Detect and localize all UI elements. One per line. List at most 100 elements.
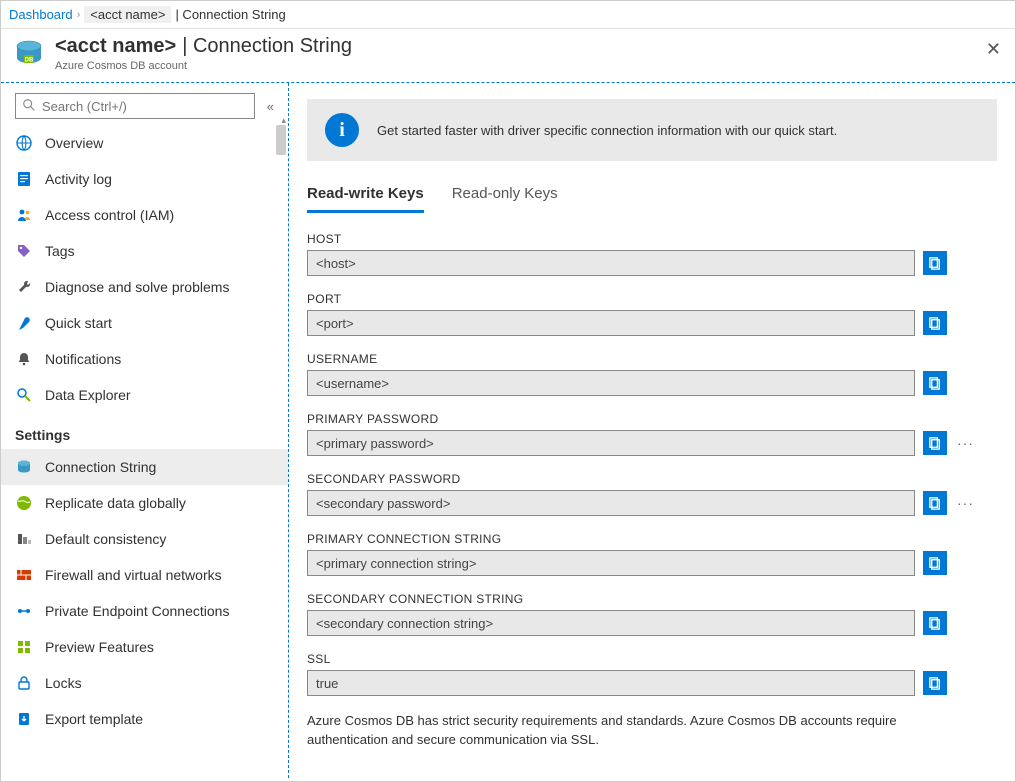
sidebar-item-label: Default consistency xyxy=(45,531,166,547)
sidebar-item-quick-start[interactable]: Quick start xyxy=(1,305,288,341)
bell-icon xyxy=(15,350,33,368)
sidebar-item-label: Private Endpoint Connections xyxy=(45,603,229,619)
key-tabs: Read-write Keys Read-only Keys xyxy=(307,185,997,214)
firewall-icon xyxy=(15,566,33,584)
port-label: PORT xyxy=(307,292,997,306)
secondary-password-more-icon[interactable]: ··· xyxy=(955,495,976,511)
copy-primary-password-button[interactable] xyxy=(923,431,947,455)
username-label: USERNAME xyxy=(307,352,997,366)
sidebar-item-label: Connection String xyxy=(45,459,156,475)
log-icon xyxy=(15,170,33,188)
primary-password-value[interactable]: <primary password> xyxy=(307,430,915,456)
ssl-label: SSL xyxy=(307,652,997,666)
secondary-password-value[interactable]: <secondary password> xyxy=(307,490,915,516)
search-box[interactable] xyxy=(15,93,255,119)
blade-header: DB <acct name> | Connection String Azure… xyxy=(1,29,1015,82)
primary-password-label: PRIMARY PASSWORD xyxy=(307,412,997,426)
sidebar-item-label: Locks xyxy=(45,675,82,691)
ssl-value[interactable]: true xyxy=(307,670,915,696)
page-title-account: <acct name> xyxy=(55,35,176,58)
breadcrumb-dashboard[interactable]: Dashboard xyxy=(9,7,73,22)
sidebar-item-label: Preview Features xyxy=(45,639,154,655)
primary-password-more-icon[interactable]: ··· xyxy=(955,435,976,451)
globe-icon xyxy=(15,134,33,152)
db-small-icon xyxy=(15,458,33,476)
close-icon[interactable]: ✕ xyxy=(986,39,1001,60)
primary-connstr-value[interactable]: <primary connection string> xyxy=(307,550,915,576)
page-subtitle: Azure Cosmos DB account xyxy=(55,60,352,72)
sidebar-item-locks[interactable]: Locks xyxy=(1,665,288,701)
explorer-icon xyxy=(15,386,33,404)
sidebar: « ▴ Overview Activity log Access control… xyxy=(1,83,289,778)
sidebar-item-diagnose[interactable]: Diagnose and solve problems xyxy=(1,269,288,305)
info-banner-text: Get started faster with driver specific … xyxy=(377,123,837,138)
sidebar-item-consistency[interactable]: Default consistency xyxy=(1,521,288,557)
security-note: Azure Cosmos DB has strict security requ… xyxy=(307,712,967,750)
grid-icon xyxy=(15,638,33,656)
sidebar-item-label: Activity log xyxy=(45,171,112,187)
sidebar-item-tags[interactable]: Tags xyxy=(1,233,288,269)
sidebar-item-firewall[interactable]: Firewall and virtual networks xyxy=(1,557,288,593)
globe-green-icon xyxy=(15,494,33,512)
sidebar-item-label: Replicate data globally xyxy=(45,495,186,511)
copy-username-button[interactable] xyxy=(923,371,947,395)
main-panel: i Get started faster with driver specifi… xyxy=(289,83,1015,778)
cosmosdb-icon: DB xyxy=(13,38,45,70)
username-value[interactable]: <username> xyxy=(307,370,915,396)
sidebar-item-connection-string[interactable]: Connection String xyxy=(1,449,288,485)
sidebar-item-label: Firewall and virtual networks xyxy=(45,567,222,583)
sidebar-item-private-endpoint[interactable]: Private Endpoint Connections xyxy=(1,593,288,629)
info-banner: i Get started faster with driver specifi… xyxy=(307,99,997,161)
chevron-right-icon: › xyxy=(77,9,81,21)
sidebar-section-settings: Settings xyxy=(1,413,288,449)
sidebar-item-label: Diagnose and solve problems xyxy=(45,279,229,295)
port-value[interactable]: <port> xyxy=(307,310,915,336)
sidebar-item-overview[interactable]: Overview xyxy=(1,125,288,161)
sidebar-item-data-explorer[interactable]: Data Explorer xyxy=(1,377,288,413)
wrench-icon xyxy=(15,278,33,296)
sidebar-item-label: Export template xyxy=(45,711,143,727)
host-value[interactable]: <host> xyxy=(307,250,915,276)
breadcrumb-account[interactable]: <acct name> xyxy=(84,6,171,23)
sidebar-item-export-template[interactable]: Export template xyxy=(1,701,288,737)
copy-primary-connstr-button[interactable] xyxy=(923,551,947,575)
scrollbar-thumb[interactable] xyxy=(276,125,286,155)
breadcrumb-tail: | Connection String xyxy=(175,7,285,22)
search-icon xyxy=(22,98,36,115)
lock-icon xyxy=(15,674,33,692)
copy-ssl-button[interactable] xyxy=(923,671,947,695)
sidebar-item-access-control[interactable]: Access control (IAM) xyxy=(1,197,288,233)
rocket-icon xyxy=(15,314,33,332)
endpoint-icon xyxy=(15,602,33,620)
sidebar-item-label: Overview xyxy=(45,135,103,151)
secondary-connstr-value[interactable]: <secondary connection string> xyxy=(307,610,915,636)
sidebar-item-label: Data Explorer xyxy=(45,387,131,403)
consistency-icon xyxy=(15,530,33,548)
sidebar-item-label: Quick start xyxy=(45,315,112,331)
sidebar-item-notifications[interactable]: Notifications xyxy=(1,341,288,377)
page-title-section: | Connection String xyxy=(182,35,352,58)
sidebar-item-replicate[interactable]: Replicate data globally xyxy=(1,485,288,521)
sidebar-item-label: Access control (IAM) xyxy=(45,207,174,223)
collapse-sidebar-icon[interactable]: « xyxy=(263,99,278,114)
sidebar-item-preview[interactable]: Preview Features xyxy=(1,629,288,665)
breadcrumb: Dashboard › <acct name> | Connection Str… xyxy=(1,1,1015,29)
primary-connstr-label: PRIMARY CONNECTION STRING xyxy=(307,532,997,546)
copy-port-button[interactable] xyxy=(923,311,947,335)
export-icon xyxy=(15,710,33,728)
sidebar-item-label: Notifications xyxy=(45,351,121,367)
tab-read-only-keys[interactable]: Read-only Keys xyxy=(452,185,558,213)
sidebar-item-activity-log[interactable]: Activity log xyxy=(1,161,288,197)
copy-secondary-password-button[interactable] xyxy=(923,491,947,515)
secondary-connstr-label: SECONDARY CONNECTION STRING xyxy=(307,592,997,606)
svg-text:DB: DB xyxy=(25,57,34,63)
copy-host-button[interactable] xyxy=(923,251,947,275)
info-icon: i xyxy=(325,113,359,147)
tab-read-write-keys[interactable]: Read-write Keys xyxy=(307,185,424,213)
sidebar-nav: Overview Activity log Access control (IA… xyxy=(1,125,288,778)
tag-icon xyxy=(15,242,33,260)
secondary-password-label: SECONDARY PASSWORD xyxy=(307,472,997,486)
sidebar-item-label: Tags xyxy=(45,243,75,259)
search-input[interactable] xyxy=(42,99,248,114)
copy-secondary-connstr-button[interactable] xyxy=(923,611,947,635)
